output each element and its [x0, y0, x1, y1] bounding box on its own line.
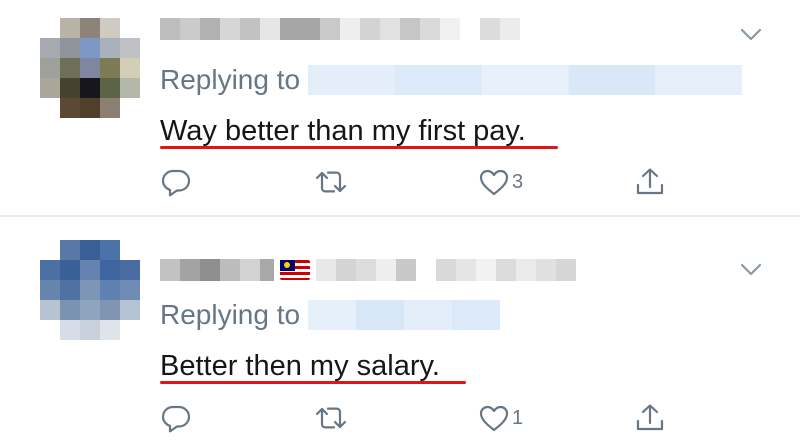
- like-count: 3: [512, 170, 524, 193]
- highlight-underline: [160, 381, 466, 384]
- reply-button[interactable]: [160, 164, 192, 200]
- like-count: 1: [512, 406, 524, 429]
- heart-icon: [479, 405, 509, 432]
- reply-icon: [161, 169, 191, 197]
- retweet-icon: [315, 171, 347, 193]
- retweet-button[interactable]: [315, 164, 347, 200]
- share-button[interactable]: [634, 400, 666, 436]
- display-name-redacted[interactable]: [160, 18, 520, 40]
- replying-label: Replying to: [160, 64, 301, 95]
- reply-handle-redacted[interactable]: [308, 300, 501, 330]
- tweet-text: Way better than my first pay.: [160, 115, 526, 147]
- replying-to: Replying to: [160, 62, 743, 98]
- avatar[interactable]: [40, 240, 140, 340]
- reply-icon: [161, 405, 191, 433]
- heart-icon: [479, 169, 509, 196]
- reply-handle-redacted[interactable]: [308, 65, 743, 95]
- reply-button[interactable]: [160, 400, 192, 436]
- share-button[interactable]: [634, 164, 666, 200]
- tweet-reply[interactable]: Replying to Way better than my first pay…: [0, 0, 800, 216]
- share-icon: [636, 168, 664, 195]
- retweet-button[interactable]: [315, 400, 347, 436]
- like-button[interactable]: 1: [478, 400, 523, 436]
- like-button[interactable]: 3: [478, 164, 523, 200]
- display-name-redacted[interactable]: [160, 259, 576, 281]
- avatar[interactable]: [40, 18, 140, 118]
- replying-to: Replying to: [160, 297, 501, 333]
- tweet-actions: 3: [160, 164, 680, 200]
- replying-label: Replying to: [160, 299, 301, 330]
- tweet-actions: 1: [160, 400, 680, 436]
- highlight-underline: [160, 146, 558, 149]
- share-icon: [636, 404, 664, 431]
- retweet-icon: [315, 407, 347, 429]
- tweet-text: Better then my salary.: [160, 350, 440, 382]
- malaysia-flag-icon: [280, 260, 310, 280]
- chevron-down-icon[interactable]: [740, 263, 762, 277]
- tweet-reply[interactable]: Replying to Better then my salary. 1: [0, 217, 800, 448]
- chevron-down-icon[interactable]: [740, 28, 762, 42]
